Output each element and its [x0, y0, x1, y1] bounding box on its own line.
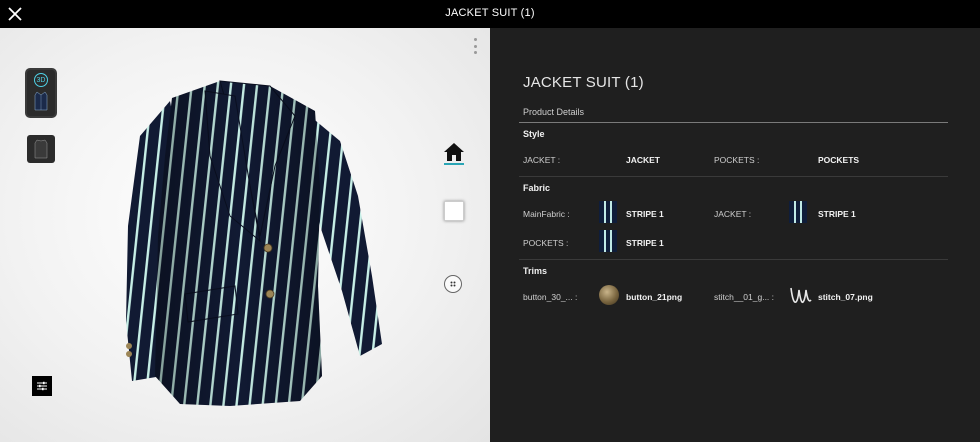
style-value-pockets[interactable]: POCKETS	[818, 155, 859, 165]
fabric-label-pockets: POCKETS :	[523, 238, 569, 248]
title-bar: JACKET SUIT (1)	[0, 0, 980, 28]
style-label-pockets: POCKETS :	[714, 155, 760, 165]
divider	[519, 259, 948, 260]
style-label-jacket: JACKET :	[523, 155, 561, 165]
jacket-back-thumbnail-icon	[34, 139, 48, 159]
jacket-3d-model[interactable]	[110, 76, 400, 411]
style-value-jacket[interactable]: JACKET	[626, 155, 660, 165]
filter-icon[interactable]	[32, 376, 52, 396]
trim-value-stitch[interactable]: stitch_07.png	[818, 292, 873, 302]
trim-label-stitch: stitch__01_g... :	[714, 292, 775, 302]
fabric-label-mainfabric: MainFabric :	[523, 209, 570, 219]
dots-icon[interactable]	[444, 275, 462, 293]
trim-value-button[interactable]: button_21png	[626, 292, 682, 302]
divider	[519, 122, 948, 123]
product-title: JACKET SUIT (1)	[523, 74, 644, 91]
product-viewer[interactable]: 3D	[0, 28, 490, 442]
fabric-value-mainfabric[interactable]: STRIPE 1	[626, 209, 664, 219]
button-swatch-icon[interactable]	[599, 285, 619, 305]
trim-label-button: button_30_... :	[523, 292, 578, 302]
product-details-label: Product Details	[523, 107, 585, 117]
divider	[519, 176, 948, 177]
window-title: JACKET SUIT (1)	[445, 7, 535, 19]
kebab-menu-icon[interactable]	[470, 38, 480, 54]
jacket-thumbnail-icon	[34, 91, 48, 111]
trims-heading: Trims	[523, 266, 548, 276]
thumbnail-front-view[interactable]: 3D	[27, 70, 55, 116]
fabric-value-jacket[interactable]: STRIPE 1	[818, 209, 856, 219]
style-heading: Style	[523, 129, 545, 139]
fabric-heading: Fabric	[523, 183, 551, 193]
product-details-panel: JACKET SUIT (1) Product Details Style JA…	[490, 28, 980, 442]
3d-badge-icon: 3D	[34, 73, 48, 87]
stripe-fabric-swatch-icon[interactable]	[599, 201, 617, 223]
stripe-fabric-swatch-icon[interactable]	[599, 230, 617, 252]
stitch-swatch-icon[interactable]	[789, 284, 813, 306]
stripe-fabric-swatch-icon[interactable]	[789, 201, 807, 223]
home-icon[interactable]	[443, 141, 465, 165]
thumbnail-back-view[interactable]	[27, 135, 55, 163]
fabric-label-jacket: JACKET :	[714, 209, 752, 219]
fabric-value-pockets[interactable]: STRIPE 1	[626, 238, 664, 248]
square-view-icon[interactable]	[444, 201, 464, 221]
